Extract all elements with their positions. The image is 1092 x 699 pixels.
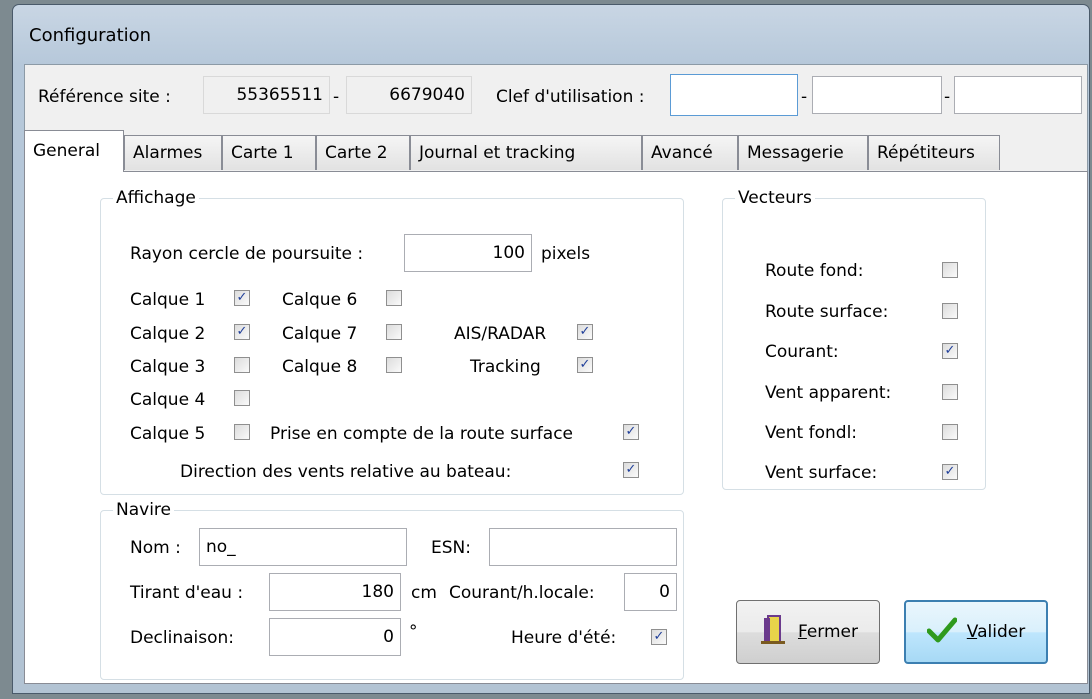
- declinaison-unit: °: [409, 622, 418, 642]
- tab-alarmes[interactable]: Alarmes: [124, 135, 222, 170]
- calque-7-label: Calque 7: [282, 324, 358, 344]
- nom-input[interactable]: no_: [199, 528, 407, 566]
- vent-surface-checkbox[interactable]: ✓: [942, 464, 958, 480]
- rayon-input[interactable]: 100: [404, 234, 532, 272]
- vent-fond-label: Vent fondl:: [765, 423, 858, 443]
- ais-radar-checkbox[interactable]: ✓: [577, 324, 593, 340]
- nom-label: Nom :: [130, 538, 181, 558]
- ais-radar-label: AIS/RADAR: [454, 324, 547, 344]
- vent-apparent-label: Vent apparent:: [765, 383, 892, 403]
- route-fond-checkbox[interactable]: [942, 262, 958, 278]
- calque-1-label: Calque 1: [130, 290, 206, 310]
- vent-apparent-checkbox[interactable]: [942, 384, 958, 400]
- tab-carte-2[interactable]: Carte 2: [316, 135, 410, 170]
- direction-vents-label: Direction des vents relative au bateau:: [180, 462, 512, 482]
- prise-en-compte-checkbox[interactable]: ✓: [623, 424, 639, 440]
- esn-label: ESN:: [431, 538, 471, 558]
- rayon-label: Rayon cercle de poursuite :: [130, 244, 364, 264]
- courant-h-locale-label: Courant/h.locale:: [449, 583, 595, 603]
- navire-legend: Navire: [116, 500, 171, 520]
- window-title: Configuration: [29, 25, 152, 46]
- vent-surface-label: Vent surface:: [765, 463, 878, 483]
- usage-key-field-1[interactable]: [670, 74, 798, 116]
- affichage-legend: Affichage: [116, 188, 196, 208]
- reference-value-2: 6679040: [346, 76, 472, 114]
- calque-1-checkbox[interactable]: ✓: [234, 290, 250, 306]
- reference-value-1: 55365511: [203, 76, 330, 114]
- valider-label: Valider: [966, 622, 1026, 642]
- tracking-checkbox[interactable]: ✓: [577, 357, 593, 373]
- fermer-label: Fermer: [797, 622, 859, 642]
- declinaison-input[interactable]: 0: [269, 618, 401, 656]
- rayon-unit: pixels: [541, 244, 591, 264]
- usage-key-label: Clef d'utilisation :: [496, 87, 645, 107]
- calque-6-label: Calque 6: [282, 290, 358, 310]
- calque-5-label: Calque 5: [130, 424, 206, 444]
- tab-carte-1[interactable]: Carte 1: [222, 135, 316, 170]
- tirant-eau-unit: cm: [411, 583, 437, 603]
- calque-2-checkbox[interactable]: ✓: [234, 324, 250, 340]
- courant-label: Courant:: [765, 342, 839, 362]
- calque-3-checkbox[interactable]: [234, 357, 250, 373]
- calque-4-checkbox[interactable]: [234, 390, 250, 406]
- route-surface-checkbox[interactable]: [942, 303, 958, 319]
- calque-8-checkbox[interactable]: [386, 357, 402, 373]
- tab-general[interactable]: General: [24, 130, 124, 172]
- tirant-eau-input[interactable]: 180: [269, 573, 401, 611]
- calque-7-checkbox[interactable]: [386, 324, 402, 340]
- usage-key-dash-2: -: [944, 87, 951, 107]
- calque-2-label: Calque 2: [130, 324, 206, 344]
- door-exit-icon: [758, 614, 788, 651]
- courant-h-locale-input[interactable]: 0: [624, 573, 677, 611]
- tab-messagerie[interactable]: Messagerie: [738, 135, 868, 170]
- tab-journal-tracking[interactable]: Journal et tracking: [410, 135, 642, 170]
- usage-key-field-3[interactable]: [954, 76, 1082, 114]
- prise-en-compte-label: Prise en compte de la route surface: [270, 424, 573, 444]
- tirant-eau-label: Tirant d'eau :: [130, 583, 244, 603]
- usage-key-field-2[interactable]: [812, 76, 942, 114]
- route-surface-label: Route surface:: [765, 302, 889, 322]
- usage-key-dash-1: -: [801, 87, 808, 107]
- vecteurs-group: Vecteurs: [722, 188, 986, 490]
- tracking-label: Tracking: [470, 357, 541, 377]
- vecteurs-legend: Vecteurs: [738, 188, 812, 208]
- declinaison-label: Declinaison:: [130, 628, 235, 648]
- calque-6-checkbox[interactable]: [386, 290, 402, 306]
- route-fond-label: Route fond:: [765, 261, 864, 281]
- calque-4-label: Calque 4: [130, 390, 206, 410]
- reference-site-label: Référence site :: [38, 87, 171, 107]
- reference-dash: -: [333, 87, 340, 107]
- tab-avance[interactable]: Avancé: [642, 135, 738, 170]
- heure-ete-checkbox[interactable]: ✓: [651, 629, 667, 645]
- calque-8-label: Calque 8: [282, 357, 358, 377]
- fermer-button[interactable]: Fermer: [736, 600, 880, 664]
- esn-input[interactable]: [489, 528, 677, 566]
- tab-repetiteurs[interactable]: Répétiteurs: [868, 135, 1000, 170]
- vent-fond-checkbox[interactable]: [942, 424, 958, 440]
- valider-button[interactable]: Valider: [904, 600, 1048, 664]
- heure-ete-label: Heure d'été:: [511, 628, 617, 648]
- calque-3-label: Calque 3: [130, 357, 206, 377]
- calque-5-checkbox[interactable]: [234, 424, 250, 440]
- courant-checkbox[interactable]: ✓: [942, 343, 958, 359]
- direction-vents-checkbox[interactable]: ✓: [623, 462, 639, 478]
- checkmark-icon: [926, 616, 958, 649]
